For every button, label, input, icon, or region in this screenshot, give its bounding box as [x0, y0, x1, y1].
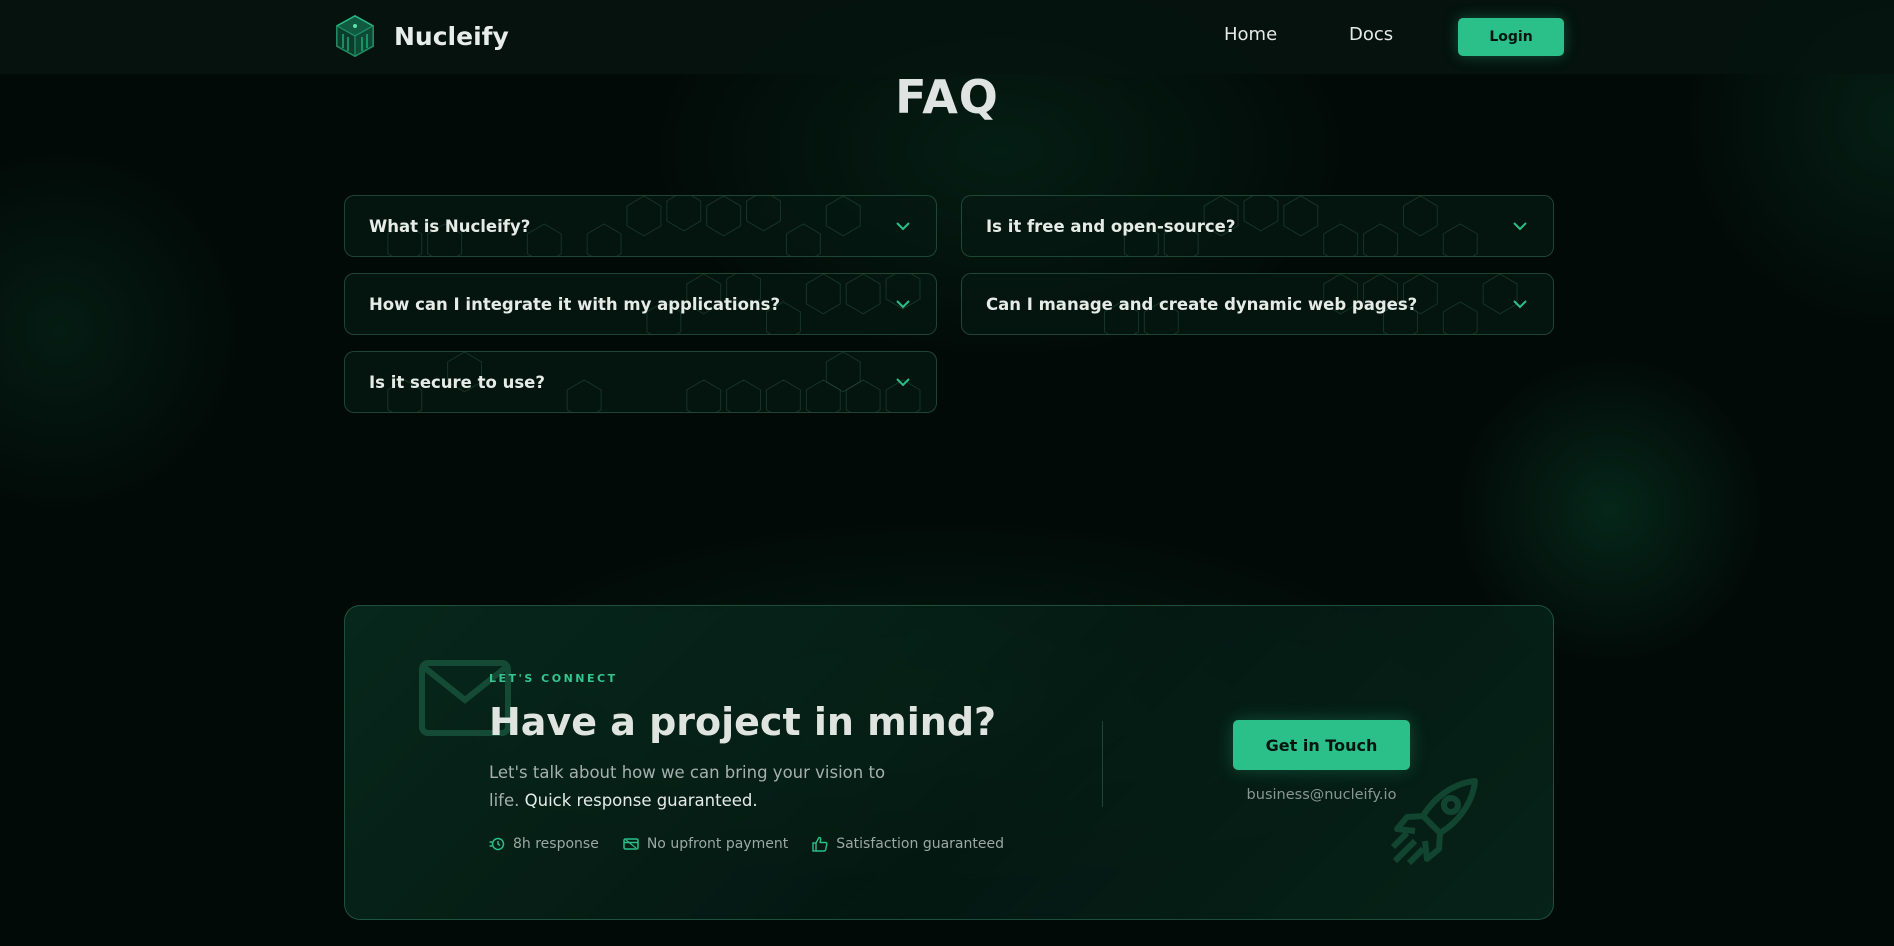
faq-item-what-is-nucleify[interactable]: What is Nucleify? — [344, 195, 937, 257]
description-emphasis: Quick response guaranteed. — [524, 791, 758, 810]
faq-question: Is it free and open-source? — [986, 217, 1236, 236]
chevron-down-icon — [896, 378, 910, 387]
faq-question: How can I integrate it with my applicati… — [369, 295, 781, 314]
faq-item-secure[interactable]: Is it secure to use? — [344, 351, 937, 413]
perk-item: 8h response — [489, 836, 599, 852]
chevron-down-icon — [896, 300, 910, 309]
contact-headline: Have a project in mind? — [489, 700, 997, 744]
vertical-divider — [1102, 721, 1103, 807]
perks-list: 8h response No upfront payment Satisfact… — [489, 836, 1004, 852]
faq-question: What is Nucleify? — [369, 217, 531, 236]
nav-home-link[interactable]: Home — [1224, 24, 1277, 45]
cube-logo-icon — [335, 14, 375, 58]
faq-item-dynamic-pages[interactable]: Can I manage and create dynamic web page… — [961, 273, 1554, 335]
brand-name: Nucleify — [394, 21, 509, 51]
faq-question: Is it secure to use? — [369, 373, 545, 392]
nav-docs-link[interactable]: Docs — [1349, 24, 1393, 45]
perk-label: 8h response — [513, 836, 599, 852]
top-navbar: Nucleify Home Docs Login — [0, 0, 1894, 74]
clock-icon — [489, 837, 505, 851]
card-icon — [623, 838, 639, 850]
rocket-icon — [1390, 778, 1478, 866]
perk-item: No upfront payment — [623, 836, 788, 852]
login-button[interactable]: Login — [1458, 18, 1564, 56]
chevron-down-icon — [1513, 300, 1527, 309]
brand[interactable]: Nucleify — [334, 14, 509, 58]
faq-title: FAQ — [895, 70, 999, 124]
faq-item-integrate[interactable]: How can I integrate it with my applicati… — [344, 273, 937, 335]
perk-item: Satisfaction guaranteed — [812, 836, 1004, 852]
chevron-down-icon — [1513, 222, 1527, 231]
faq-item-free-open-source[interactable]: Is it free and open-source? — [961, 195, 1554, 257]
faq-question: Can I manage and create dynamic web page… — [986, 295, 1418, 314]
get-in-touch-button[interactable]: Get in Touch — [1233, 720, 1410, 770]
chevron-down-icon — [896, 222, 910, 231]
perk-label: Satisfaction guaranteed — [836, 836, 1004, 852]
perk-label: No upfront payment — [646, 836, 789, 852]
contact-card: LET'S CONNECT Have a project in mind? Le… — [344, 605, 1554, 920]
contact-description: Let's talk about how we can bring your v… — [489, 759, 909, 815]
contact-eyebrow: LET'S CONNECT — [489, 672, 618, 685]
thumbs-up-icon — [812, 836, 828, 852]
contact-email[interactable]: business@nucleify.io — [1233, 787, 1410, 803]
